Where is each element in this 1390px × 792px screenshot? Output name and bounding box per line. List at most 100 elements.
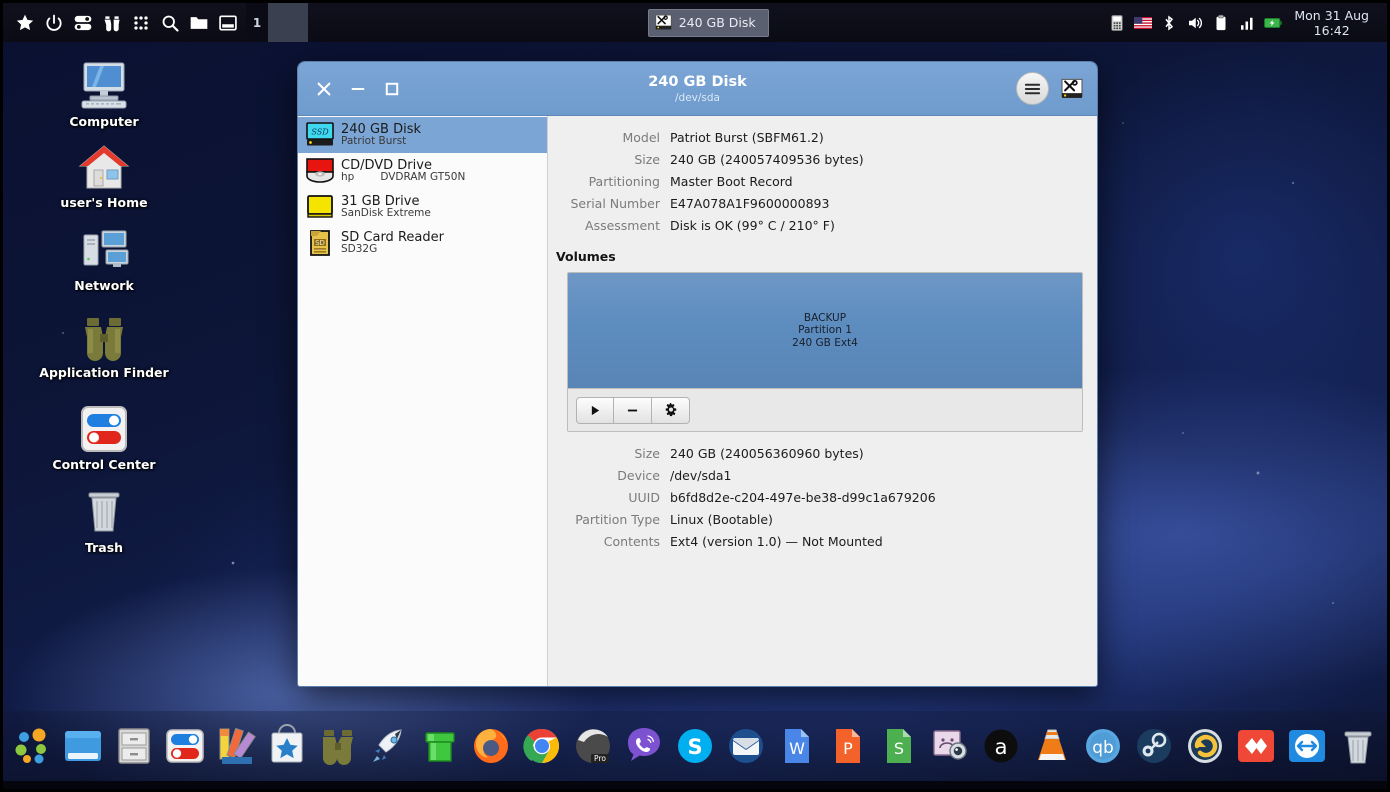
maximize-button[interactable] xyxy=(383,80,401,98)
qbittorrent-icon: qb xyxy=(1086,729,1120,763)
detail-row: Partition Type Linux (Bootable) xyxy=(548,512,1083,527)
dock-item-control-center[interactable] xyxy=(163,724,207,768)
detail-row: Serial Number E47A078A1F9600000893 xyxy=(548,196,1083,211)
dock-item-app-store[interactable] xyxy=(265,724,309,768)
minimize-button[interactable] xyxy=(349,80,367,98)
binoculars-icon xyxy=(39,306,169,362)
detail-row: UUID b6fd8d2e-c204-497e-be38-d99c1a67920… xyxy=(548,490,1083,505)
power-icon[interactable] xyxy=(44,13,64,33)
desktop-icon-trash[interactable]: Trash xyxy=(39,481,169,555)
device-model: hp DVDRAM GT50N xyxy=(341,172,465,183)
volume-options-button[interactable] xyxy=(652,396,690,424)
svg-text:S: S xyxy=(894,739,904,758)
volume-icon[interactable] xyxy=(1186,14,1204,32)
clock-time: 16:42 xyxy=(1313,22,1350,38)
desktop-icon-label: Computer xyxy=(69,114,139,129)
grid-apps-icon[interactable] xyxy=(131,13,151,33)
bluetooth-icon[interactable] xyxy=(1160,14,1178,32)
dock-item-restore-backup[interactable] xyxy=(1183,724,1227,768)
dock-item-binoculars[interactable] xyxy=(316,724,360,768)
desktop-icon-control-center[interactable]: Control Center xyxy=(39,398,169,472)
desktop-icon-home[interactable]: user's Home xyxy=(39,136,169,210)
dock-item-skype[interactable]: S xyxy=(673,724,717,768)
desktop-icon-application-finder[interactable]: Application Finder xyxy=(39,306,169,380)
dock-item-impress[interactable]: P xyxy=(826,724,870,768)
device-model: SanDisk Extreme xyxy=(341,207,431,220)
dock-item-green-pipe[interactable] xyxy=(418,724,462,768)
svg-text:P: P xyxy=(843,739,853,758)
dock-item-calc[interactable]: S xyxy=(877,724,921,768)
signal-bars-icon[interactable] xyxy=(1238,14,1256,32)
whisker-menu-star-icon[interactable] xyxy=(15,13,35,33)
delete-partition-button[interactable] xyxy=(614,396,652,424)
dock-item-vlc[interactable] xyxy=(1030,724,1074,768)
dock-item-audacious[interactable]: a xyxy=(979,724,1023,768)
partition-block[interactable]: BACKUP Partition 1 240 GB Ext4 xyxy=(568,273,1082,389)
system-tray: Mon 31 Aug 16:42 xyxy=(1108,8,1387,38)
dock-item-qbittorrent[interactable]: qb xyxy=(1081,724,1125,768)
battery-icon[interactable] xyxy=(1264,14,1283,32)
taskbar: 240 GB Disk xyxy=(308,8,1108,37)
device-vendor: hp xyxy=(341,171,355,184)
sidebar-item-sd-card-reader[interactable]: SD SD Card Reader SD32G xyxy=(298,225,547,261)
home-icon xyxy=(39,136,169,192)
detail-row: Contents Ext4 (version 1.0) — Not Mounte… xyxy=(548,534,1083,549)
dock-item-screenshot-tool[interactable] xyxy=(928,724,972,768)
detail-row: Partitioning Master Boot Record xyxy=(548,174,1083,189)
sidebar-item-cd-dvd-drive[interactable]: CD/DVD Drive hp DVDRAM GT50N xyxy=(298,153,547,189)
desktop-icon-label: user's Home xyxy=(60,195,148,210)
trash-icon xyxy=(1344,731,1372,764)
desktop-icon-network[interactable]: Network xyxy=(39,219,169,293)
dock-item-viber[interactable] xyxy=(622,724,666,768)
dock-item-chrome[interactable] xyxy=(520,724,564,768)
dock-item-app-dots[interactable] xyxy=(10,724,54,768)
svg-text:qb: qb xyxy=(1092,738,1114,758)
close-button[interactable] xyxy=(315,80,333,98)
sidebar-item-31gb-drive[interactable]: 31 GB Drive SanDisk Extreme xyxy=(298,189,547,225)
dock-item-mail[interactable] xyxy=(724,724,768,768)
clipboard-icon[interactable] xyxy=(1212,14,1230,32)
dock-item-firefox[interactable] xyxy=(469,724,513,768)
detail-row: Size 240 GB (240056360960 bytes) xyxy=(548,446,1083,461)
detail-key: Model xyxy=(622,130,660,145)
desktop-icon-computer[interactable]: Computer xyxy=(39,55,169,129)
dock-item-trash[interactable] xyxy=(1336,724,1380,768)
clock-date: Mon 31 Aug xyxy=(1294,7,1369,23)
dock-item-file-cabinet[interactable] xyxy=(112,724,156,768)
control-center-icon xyxy=(39,398,169,454)
mount-volume-button[interactable] xyxy=(576,396,614,424)
device-sidebar: SSD 240 GB Disk Patriot Burst CD/DVD Dri… xyxy=(298,116,548,686)
show-desktop-icon[interactable] xyxy=(218,13,238,33)
dock-item-rocket[interactable] xyxy=(367,724,411,768)
dock-item-opera-pro[interactable]: Pro xyxy=(571,724,615,768)
workspace-switcher-box[interactable] xyxy=(268,3,308,42)
panel-launchers xyxy=(3,13,238,33)
us-flag-keyboard-layout-icon[interactable] xyxy=(1134,14,1153,32)
taskbar-window-button[interactable]: 240 GB Disk xyxy=(647,8,769,37)
dock-item-window-manager[interactable] xyxy=(61,724,105,768)
dock: Pro S W P S a qb xyxy=(3,711,1387,789)
detail-value: Linux (Bootable) xyxy=(670,512,773,527)
detail-value: 240 GB (240056360960 bytes) xyxy=(670,446,864,461)
dock-bottom-edge xyxy=(3,781,1387,789)
computer-icon xyxy=(39,55,169,111)
dock-item-anydesk[interactable] xyxy=(1234,724,1278,768)
dock-item-color-palette[interactable] xyxy=(214,724,258,768)
detail-value: b6fd8d2e-c204-497e-be38-d99c1a679206 xyxy=(670,490,936,505)
disks-utility-icon xyxy=(1061,78,1083,98)
dock-item-writer[interactable]: W xyxy=(775,724,819,768)
hamburger-menu-button[interactable] xyxy=(1016,72,1049,105)
switch-user-icon[interactable] xyxy=(73,13,93,33)
dock-item-steam[interactable] xyxy=(1132,724,1176,768)
dock-item-teamviewer[interactable] xyxy=(1285,724,1329,768)
dock-item-whisker-star[interactable] xyxy=(0,724,3,768)
folder-icon[interactable] xyxy=(189,13,209,33)
clock[interactable]: Mon 31 Aug 16:42 xyxy=(1290,8,1379,38)
svg-text:S: S xyxy=(687,735,702,759)
sidebar-item-240gb-disk[interactable]: SSD 240 GB Disk Patriot Burst xyxy=(298,117,547,153)
phone-keypad-icon[interactable] xyxy=(1108,14,1126,32)
binoculars-icon[interactable] xyxy=(102,13,122,33)
search-icon[interactable] xyxy=(160,13,180,33)
chrome-icon xyxy=(523,728,559,763)
workspace-number[interactable]: 1 xyxy=(246,3,268,42)
